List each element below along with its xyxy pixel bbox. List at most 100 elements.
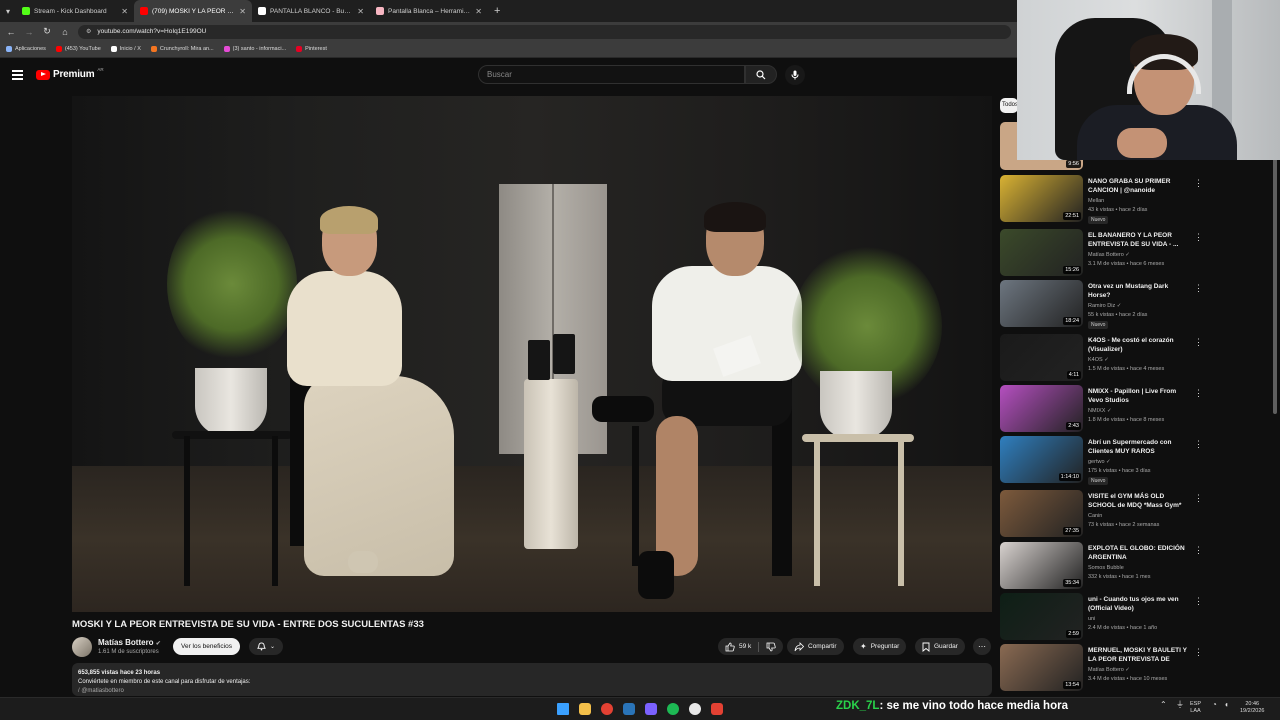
- verified-icon: ✔: [155, 641, 161, 647]
- logo-text: Premium: [53, 69, 95, 80]
- more-vertical-icon[interactable]: ⋮: [1194, 493, 1203, 504]
- forward-icon[interactable]: →: [24, 27, 34, 37]
- url-field[interactable]: ⚙ youtube.com/watch?v=HoIq1E199OU: [78, 24, 1011, 39]
- person-left-torso: [287, 271, 402, 386]
- save-label: Guardar: [934, 643, 958, 650]
- tab-close-icon[interactable]: ✕: [239, 7, 246, 16]
- clock[interactable]: 20:46 19/2/2026: [1240, 701, 1264, 715]
- wifi-icon[interactable]: ◔: [1212, 701, 1217, 709]
- back-icon[interactable]: ←: [6, 27, 16, 37]
- bookmark-item[interactable]: Inicio / X: [110, 46, 141, 52]
- video-player[interactable]: [72, 96, 992, 612]
- rec-item[interactable]: 15:26 EL BANANERO Y LA PEOR ENTREVISTA DE…: [1000, 229, 1276, 278]
- rec-channel: NMIXX ✓: [1088, 408, 1112, 414]
- steam-icon[interactable]: [623, 703, 635, 715]
- more-vertical-icon[interactable]: ⋮: [1194, 337, 1203, 348]
- chevron-up-icon[interactable]: ⌃: [1160, 701, 1167, 709]
- bookmark-item[interactable]: (453) YouTube: [55, 46, 101, 52]
- file-explorer-icon[interactable]: [579, 703, 591, 715]
- bookmark-item[interactable]: Aplicaciones: [6, 46, 46, 52]
- ask-button[interactable]: ✦ Preguntar: [853, 638, 907, 655]
- rec-item[interactable]: 18:24 Otra vez un Mustang Dark Horse? Rami…: [1000, 280, 1276, 329]
- home-icon[interactable]: ⌂: [60, 27, 70, 37]
- channel-name[interactable]: Matías Bottero ✔: [98, 638, 161, 647]
- bookmark-item[interactable]: Crunchyroll: Mira an...: [150, 46, 214, 52]
- share-button[interactable]: Compartir: [787, 638, 844, 655]
- tab-close-icon[interactable]: ✕: [475, 7, 482, 16]
- rec-item[interactable]: 27:35 VISITE el GYM MÁS OLD SCHOOL de MDQ…: [1000, 490, 1276, 539]
- rec-thumbnail: 18:24: [1000, 280, 1083, 327]
- browser-tab-2[interactable]: (709) MOSKI Y LA PEOR ENTREVISTA ✕: [134, 0, 252, 22]
- video-title: MOSKI Y LA PEOR ENTREVISTA DE SU VIDA - …: [72, 619, 424, 630]
- more-vertical-icon[interactable]: ⋮: [1194, 596, 1203, 607]
- thumbs-down-icon[interactable]: [766, 642, 776, 652]
- browser-tab-3[interactable]: PANTALLA BLANCO - Buscar con Google ✕: [252, 0, 370, 22]
- rec-item[interactable]: 4:11 K4OS - Me costó el corazón (Visualiz…: [1000, 334, 1276, 383]
- youtube-logo[interactable]: Premium AR: [36, 67, 104, 80]
- bookmark-item[interactable]: Pinterest: [296, 46, 327, 52]
- more-vertical-icon[interactable]: ⋮: [1194, 439, 1203, 450]
- description-box[interactable]: 653,855 vistas hace 23 horas Conviértete…: [72, 663, 992, 696]
- browser-tab-4[interactable]: Pantalla Blanca – Herramienta ✕: [370, 0, 488, 22]
- benefits-button[interactable]: Ver los beneficios: [173, 638, 240, 655]
- rec-duration: 15:26: [1063, 266, 1081, 274]
- language-indicator[interactable]: ESP LAA: [1190, 701, 1201, 715]
- site-info-icon[interactable]: ⚙: [86, 28, 91, 35]
- chrome-active-icon[interactable]: [689, 703, 701, 715]
- chrome-icon[interactable]: [601, 703, 613, 715]
- volume-icon[interactable]: ◖: [1224, 701, 1229, 709]
- more-vertical-icon[interactable]: ⋮: [1194, 283, 1203, 294]
- more-vertical-icon[interactable]: ⋮: [1194, 178, 1203, 189]
- menu-icon[interactable]: [12, 70, 23, 82]
- left-stand-leg: [184, 436, 190, 586]
- search-input[interactable]: Buscar: [478, 65, 745, 84]
- like-button[interactable]: 59 k: [718, 638, 784, 655]
- rec-item[interactable]: 2:43 NMIXX - Papillon | Live From Vevo St…: [1000, 385, 1276, 434]
- discord-icon[interactable]: [645, 703, 657, 715]
- obs-icon[interactable]: [711, 703, 723, 715]
- rec-item[interactable]: 22:51 NANO GRABA SU PRIMER CANCION | @nan…: [1000, 175, 1276, 224]
- more-vertical-icon[interactable]: ⋮: [1194, 545, 1203, 556]
- lang-bottom: LAA: [1190, 708, 1201, 714]
- filter-chip-all[interactable]: Todos: [1000, 98, 1018, 113]
- browser-tab-1[interactable]: Stream - Kick Dashboard ✕: [16, 0, 134, 22]
- rec-channel: K4OS ✓: [1088, 357, 1109, 363]
- more-vertical-icon[interactable]: ⋮: [1194, 388, 1203, 399]
- more-vertical-icon[interactable]: ⋮: [1194, 647, 1203, 658]
- more-actions-button[interactable]: ⋯: [973, 638, 991, 655]
- like-divider: [758, 641, 760, 652]
- rec-thumbnail: 15:26: [1000, 229, 1083, 276]
- rec-duration: 4:11: [1066, 371, 1081, 379]
- tab-favicon-icon: [22, 7, 30, 15]
- rec-item[interactable]: 35:34 EXPLOTA EL GLOBO: EDICIÓN ARGENTINA…: [1000, 542, 1276, 591]
- channel-avatar[interactable]: [72, 637, 92, 657]
- tab-close-icon[interactable]: ✕: [121, 7, 128, 16]
- rec-item[interactable]: 1:14:10 Abrí un Supermercado con Clientes…: [1000, 436, 1276, 485]
- reload-icon[interactable]: ↻: [42, 26, 52, 37]
- rec-title: NMIXX - Papillon | Live From Vevo Studio…: [1088, 388, 1177, 404]
- rec-item[interactable]: 2:59 uni - Cuando tus ojos me ven (Offici…: [1000, 593, 1276, 642]
- usb-icon[interactable]: ⏚: [1176, 701, 1184, 709]
- description-link[interactable]: / @matiasbottero: [78, 687, 986, 696]
- tab-close-icon[interactable]: ✕: [357, 7, 364, 16]
- rec-duration: 13:54: [1063, 681, 1081, 689]
- browser-tab-bar: ▾ Stream - Kick Dashboard ✕ (709) MOSKI Y …: [0, 0, 1017, 22]
- rec-duration: 18:24: [1063, 317, 1081, 325]
- more-vertical-icon[interactable]: ⋮: [1194, 232, 1203, 243]
- rec-channel: Ramiro Diz ✓: [1088, 303, 1122, 309]
- notifications-button[interactable]: ⌄: [249, 638, 283, 655]
- rec-item[interactable]: 13:54 MERNUEL, MOSKI Y BAULETI Y LA PEOR …: [1000, 644, 1276, 693]
- rec-meta: 1.5 M de vistas • hace 4 meses: [1088, 366, 1165, 372]
- windows-start-icon[interactable]: [557, 703, 569, 715]
- voice-search-button[interactable]: [785, 65, 805, 85]
- bookmark-favicon-icon: [223, 46, 230, 52]
- tab-favicon-icon: [258, 7, 266, 15]
- save-button[interactable]: Guardar: [915, 638, 965, 655]
- spotify-icon[interactable]: [667, 703, 679, 715]
- tab-search-icon[interactable]: ▾: [0, 7, 16, 16]
- address-bar-row: ← → ↻ ⌂ ⚙ youtube.com/watch?v=HoIq1E199O…: [0, 22, 1017, 41]
- bookmark-item[interactable]: (3) santo - informaci...: [223, 46, 286, 52]
- tab-label: (709) MOSKI Y LA PEOR ENTREVISTA: [152, 7, 235, 15]
- new-tab-icon[interactable]: +: [494, 5, 500, 17]
- search-button[interactable]: [745, 65, 777, 84]
